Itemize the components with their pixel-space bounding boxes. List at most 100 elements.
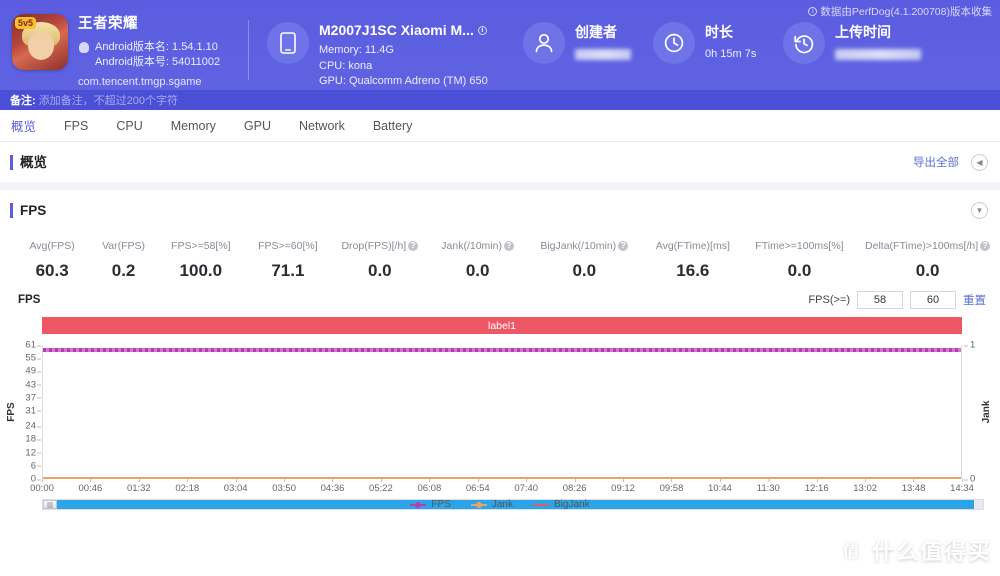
clock-icon	[653, 22, 695, 64]
legend-item-bigjank[interactable]: BigJank	[533, 499, 590, 510]
metric-value: 0.0	[368, 261, 392, 280]
x-axis-tick: 04:36	[320, 479, 345, 494]
app-icon: 5v5	[12, 14, 68, 70]
tab-overview[interactable]: 概览	[10, 116, 37, 135]
help-icon[interactable]: ?	[980, 241, 991, 251]
x-axis-tick: 10:44	[708, 479, 732, 494]
fps-chart: label1 FPS 61 55 49 43 37 31 24 18 12 6 0 Jank 10 …	[0, 313, 1000, 513]
info-icon: i	[808, 7, 818, 16]
help-icon[interactable]: ?	[618, 241, 629, 251]
metric-label: BigJank(/10min)	[540, 240, 617, 252]
site-watermark: 值 什么值得买	[835, 534, 992, 566]
chevron-down-icon[interactable]: ▼	[971, 201, 988, 219]
tab-cpu[interactable]: CPU	[115, 119, 143, 133]
tab-gpu[interactable]: GPU	[243, 119, 272, 133]
x-axis-tick: 12:16	[804, 479, 829, 494]
metric-value: 16.6	[676, 261, 710, 280]
metric-value: 0.2	[111, 261, 136, 280]
x-axis-tick: 13:48	[901, 479, 926, 494]
x-axis-tick: 06:08	[417, 479, 442, 494]
metric-label: Var(FPS)	[102, 240, 146, 252]
metric-label: Jank(/10min)	[441, 240, 502, 252]
legend-marker-bigjank	[533, 503, 549, 506]
app-version-code: Android版本号: 54011002	[95, 56, 221, 68]
legend-label: BigJank	[554, 499, 590, 510]
legend-item-jank[interactable]: Jank	[470, 499, 513, 510]
app-version-name: Android版本名: 1.54.1.10	[95, 41, 218, 53]
watermark-text: 什么值得买	[871, 539, 992, 564]
x-axis-tick: 03:50	[272, 479, 296, 494]
help-icon[interactable]: ?	[408, 241, 419, 251]
x-axis-tick: 13:02	[853, 479, 878, 494]
metric-value: 0.0	[915, 261, 940, 280]
phone-icon	[267, 22, 309, 64]
metric-value: 0.0	[572, 261, 597, 280]
series-fps-line	[43, 348, 961, 352]
x-axis-tick: 01:32	[126, 479, 151, 494]
metric-bigjank: BigJank(/10min)? 0.0	[527, 240, 642, 281]
x-axis-tick: 02:18	[175, 479, 200, 494]
overview-title: 概览	[10, 154, 47, 170]
x-axis-tick: 09:58	[659, 479, 684, 494]
metric-label: Delta(FTime)>100ms[/h]	[865, 240, 979, 252]
creator-value-masked	[575, 49, 631, 60]
device-name: M2007J1SC Xiaomi M...	[319, 22, 474, 38]
y-axis: FPS 61 55 49 43 37 31 24 18 12 6 0	[0, 339, 42, 485]
chart-axis-caption: FPS	[18, 294, 41, 306]
threshold-high-input[interactable]	[910, 291, 956, 309]
note-row[interactable]: 备注: 添加备注，不超过200个字符	[0, 90, 1000, 110]
x-axis-tick: 08:26	[562, 479, 587, 494]
collected-by-info: i 数据由PerfDog(4.1.200708)版本收集	[808, 4, 992, 19]
series-jank-line	[43, 477, 961, 479]
legend-marker-jank	[470, 501, 487, 508]
metric-delta-ftime-gt-100ms: Delta(FTime)>100ms[/h]? 0.0	[855, 240, 1000, 281]
note-input[interactable]: 添加备注，不超过200个字符	[39, 92, 178, 108]
reset-button[interactable]: 重置	[963, 292, 986, 308]
creator-title: 创建者	[575, 24, 617, 40]
tab-network[interactable]: Network	[298, 119, 346, 133]
series-band-label1[interactable]: label1	[42, 317, 962, 334]
metric-ftime-ge-100ms: FTime>=100ms[%] 0.0	[744, 240, 856, 281]
metric-drop-fps: Drop(FPS)[/h]? 0.0	[331, 240, 429, 281]
device-gpu: GPU: Qualcomm Adreno (TM) 650	[319, 75, 488, 87]
x-axis-tick: 00:00	[30, 479, 54, 494]
threshold-low-input[interactable]	[857, 291, 903, 309]
legend-marker-fps	[410, 501, 427, 508]
fps-panel-title: FPS	[10, 202, 46, 218]
y-axis-tick: 12	[25, 447, 41, 459]
metric-label: FPS>=60[%]	[258, 240, 318, 252]
metric-label: Avg(FTime)[ms]	[655, 240, 730, 252]
x-axis-tick: 14:34	[950, 479, 974, 494]
duration-info-block: 时长 0h 15m 7s	[653, 10, 783, 64]
collected-by-text: 数据由PerfDog(4.1.200708)版本收集	[820, 6, 992, 18]
metric-value: 0.0	[465, 261, 490, 280]
legend-label: Jank	[491, 499, 513, 510]
y-axis-tick: 37	[25, 392, 41, 404]
y-axis-tick: 43	[25, 379, 41, 391]
overview-panel: 概览 导出全部 ◀	[0, 142, 1000, 182]
y-axis-tick: 61	[25, 339, 41, 351]
app-info-block: 5v5 王者荣耀 Android版本名: 1.54.1.10 Android版本…	[0, 10, 248, 88]
fps-panel: FPS ▼ Avg(FPS) 60.3 Var(FPS) 0.2 FPS>=58…	[0, 190, 1000, 513]
tab-battery[interactable]: Battery	[372, 119, 414, 133]
chart-toolbar: FPS FPS(>=) 重置	[0, 285, 1000, 309]
watermark-logo: 值	[835, 535, 866, 565]
user-icon	[523, 22, 565, 64]
x-axis-tick: 06:54	[465, 479, 490, 494]
export-all-button[interactable]: 导出全部	[913, 154, 959, 170]
app-name: 王者荣耀	[78, 16, 138, 32]
x-axis: 00:00 00:46 01:32 02:18 03:04 03:50 04:36 05:22…	[30, 479, 974, 495]
tab-memory[interactable]: Memory	[170, 119, 217, 133]
help-icon[interactable]: ?	[503, 241, 514, 251]
plot-area[interactable]	[42, 345, 962, 479]
tab-fps[interactable]: FPS	[63, 119, 89, 133]
chevron-left-icon[interactable]: ◀	[971, 153, 988, 171]
threshold-label: FPS(>=)	[808, 294, 850, 306]
legend-label: FPS	[431, 499, 451, 510]
metric-var-fps: Var(FPS) 0.2	[90, 240, 157, 281]
legend-item-fps[interactable]: FPS	[410, 499, 451, 510]
device-info-icon[interactable]: i	[477, 25, 487, 35]
upload-title: 上传时间	[835, 24, 891, 40]
main-tabs: 概览 FPS CPU Memory GPU Network Battery	[0, 110, 1000, 142]
y-axis-tick: 18	[25, 433, 41, 445]
